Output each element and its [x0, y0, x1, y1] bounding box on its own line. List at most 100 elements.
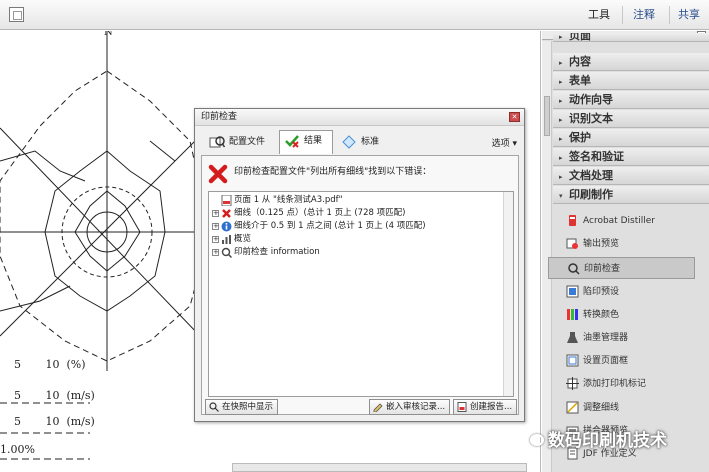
scale-label-speed: 5 10 (m/s)	[14, 415, 95, 428]
button-label: 创建报告...	[470, 402, 513, 412]
expand-icon[interactable]: +	[212, 236, 219, 243]
section-label: 印刷制作	[569, 188, 613, 201]
rose-spoke-line	[0, 150, 86, 182]
collapsed-triangle-icon: ▸	[559, 78, 563, 86]
show-in-snapshot-button[interactable]: 在快照中显示	[205, 399, 279, 415]
expand-icon[interactable]: +	[212, 249, 219, 256]
collapsed-triangle-icon: ▸	[559, 33, 563, 41]
section-label: 内容	[569, 55, 591, 68]
error-icon	[222, 209, 231, 218]
watermark-label: 数码印刷机技术	[548, 431, 667, 451]
collapsed-triangle-icon: ▸	[559, 59, 563, 67]
tool-label: 陷印预设	[583, 287, 620, 297]
tool-set-page-boxes[interactable]: 设置页面框	[553, 350, 709, 372]
preflight-dialog: 印前检查 ✕ 配置文件 结果 标准 选项 ▾ 印前检查配置文件"列出所有细线"找…	[194, 108, 525, 422]
set-page-boxes-icon	[566, 354, 579, 367]
rose-spoke-line	[0, 285, 71, 312]
pane-scroll-thumb[interactable]	[544, 96, 550, 136]
embed-audit-trail-button[interactable]: 嵌入审核记录...	[369, 399, 451, 415]
tool-label: 设置页面框	[583, 356, 629, 366]
close-icon[interactable]: ✕	[509, 112, 520, 122]
tool-preflight[interactable]: 印前检查	[548, 257, 695, 279]
tool-label: 油墨管理器	[583, 333, 629, 343]
section-pages[interactable]: ▸ 页面	[553, 33, 709, 42]
ink-manager-icon	[567, 332, 578, 343]
section-print-production[interactable]: ▾ 印刷制作	[553, 186, 709, 204]
share-button[interactable]: 共享	[672, 6, 706, 24]
dialog-titlebar[interactable]: 印前检查 ✕	[195, 109, 524, 126]
printer-marks-icon	[566, 377, 579, 390]
comment-button[interactable]: 注释	[627, 6, 661, 24]
button-label: 在快照中显示	[222, 402, 274, 412]
tool-ink-manager[interactable]: 油墨管理器	[553, 327, 709, 349]
watermark-text: 数码印刷机技术	[530, 426, 667, 451]
tree-row-label: 细线（0.125 点）(总计 1 页上 (728 项匹配)	[234, 208, 406, 218]
tool-convert-colors[interactable]: 转换颜色	[553, 304, 709, 326]
collapsed-triangle-icon: ▸	[559, 135, 563, 143]
rose-outer-polygon	[0, 70, 211, 362]
collapsed-triangle-icon: ▸	[559, 173, 563, 181]
tab-standards[interactable]: 标准	[337, 132, 397, 154]
section-recognize-text[interactable]: ▸ 识别文本	[553, 110, 709, 128]
section-label: 文档处理	[569, 169, 613, 182]
overview-icon	[222, 235, 231, 244]
distiller-icon	[569, 215, 576, 226]
expand-icon[interactable]: +	[212, 210, 219, 217]
section-protection[interactable]: ▸ 保护	[553, 129, 709, 147]
tool-acrobat-distiller[interactable]: Acrobat Distiller	[553, 210, 709, 232]
results-icon	[285, 135, 299, 148]
options-dropdown[interactable]: 选项 ▾	[492, 136, 517, 149]
section-label: 保护	[569, 131, 591, 144]
create-report-button[interactable]: 创建报告...	[453, 399, 518, 415]
section-label: 页面	[569, 33, 591, 42]
tab-label: 标准	[361, 137, 380, 147]
horizontal-scrollbar[interactable]	[232, 463, 527, 472]
tool-trap-presets[interactable]: 陷印预设	[553, 281, 709, 303]
collapsed-triangle-icon: ▸	[559, 116, 563, 124]
expanded-triangle-icon: ▾	[559, 192, 563, 200]
tab-results[interactable]: 结果	[279, 130, 333, 154]
standards-icon	[342, 135, 356, 149]
tree-row-label: 印前检查 information	[234, 247, 320, 257]
percent-label: 1.00%	[0, 443, 35, 456]
dialog-tabs: 配置文件 结果 标准 选项 ▾	[203, 130, 519, 154]
preflight-icon	[568, 263, 580, 275]
dialog-title: 印前检查	[201, 112, 238, 122]
tree-row-label: 细线介于 0.5 到 1 点之间 (总计 1 页上 (4 项匹配)	[234, 221, 426, 231]
section-sign-certify[interactable]: ▸ 签名和验证	[553, 148, 709, 166]
section-content[interactable]: ▸ 内容	[553, 53, 709, 71]
tool-output-preview[interactable]: 输出预览	[553, 233, 709, 255]
results-panel: 印前检查配置文件"列出所有细线"找到以下错误： 页面 1 从 "线条测试A3.p…	[201, 155, 519, 415]
results-tree[interactable]: 页面 1 从 "线条测试A3.pdf" + 细线（0.125 点）(总计 1 页…	[208, 191, 514, 397]
tool-label: 调整细线	[583, 403, 620, 413]
tree-row-label: 页面 1 从 "线条测试A3.pdf"	[234, 195, 343, 205]
section-document-processing[interactable]: ▸ 文档处理	[553, 167, 709, 185]
toolbar-divider	[622, 6, 623, 24]
tools-pane: ▸ 页面 ▸ 内容 ▸ 表单 ▸ 动作向导 ▸ 识别文本 ▸ 保护 ▸ 签名和验证 ▸ 文档处理…	[542, 31, 709, 472]
toolbar-divider	[669, 6, 670, 24]
tools-button[interactable]: 工具	[582, 6, 616, 24]
collapsed-triangle-icon: ▸	[559, 154, 563, 162]
tab-label: 结果	[304, 136, 323, 146]
tool-label: 印前检查	[584, 264, 621, 274]
wechat-logo-icon	[530, 434, 544, 446]
tree-scrollbar[interactable]	[503, 192, 513, 396]
collapsed-triangle-icon: ▸	[559, 97, 563, 105]
tool-printer-marks[interactable]: 添加打印机标记	[553, 373, 709, 395]
tab-profiles[interactable]: 配置文件	[205, 132, 275, 154]
preflight-info-icon	[221, 247, 232, 258]
expand-icon[interactable]: +	[212, 223, 219, 230]
magnifier-icon	[209, 402, 219, 412]
audit-icon	[373, 403, 383, 412]
error-message: 印前检查配置文件"列出所有细线"找到以下错误：	[234, 167, 432, 177]
tool-fix-hairlines[interactable]: 调整细线	[553, 397, 709, 419]
top-toolbar: 工具 注释 共享	[0, 0, 709, 30]
section-forms[interactable]: ▸ 表单	[553, 72, 709, 90]
tool-label: Acrobat Distiller	[583, 216, 655, 226]
profiles-icon	[209, 136, 225, 148]
section-action-wizard[interactable]: ▸ 动作向导	[553, 91, 709, 109]
section-label: 签名和验证	[569, 150, 624, 163]
info-icon	[221, 221, 232, 232]
section-label: 识别文本	[569, 112, 613, 125]
page-thumbnail-icon[interactable]	[9, 7, 24, 22]
